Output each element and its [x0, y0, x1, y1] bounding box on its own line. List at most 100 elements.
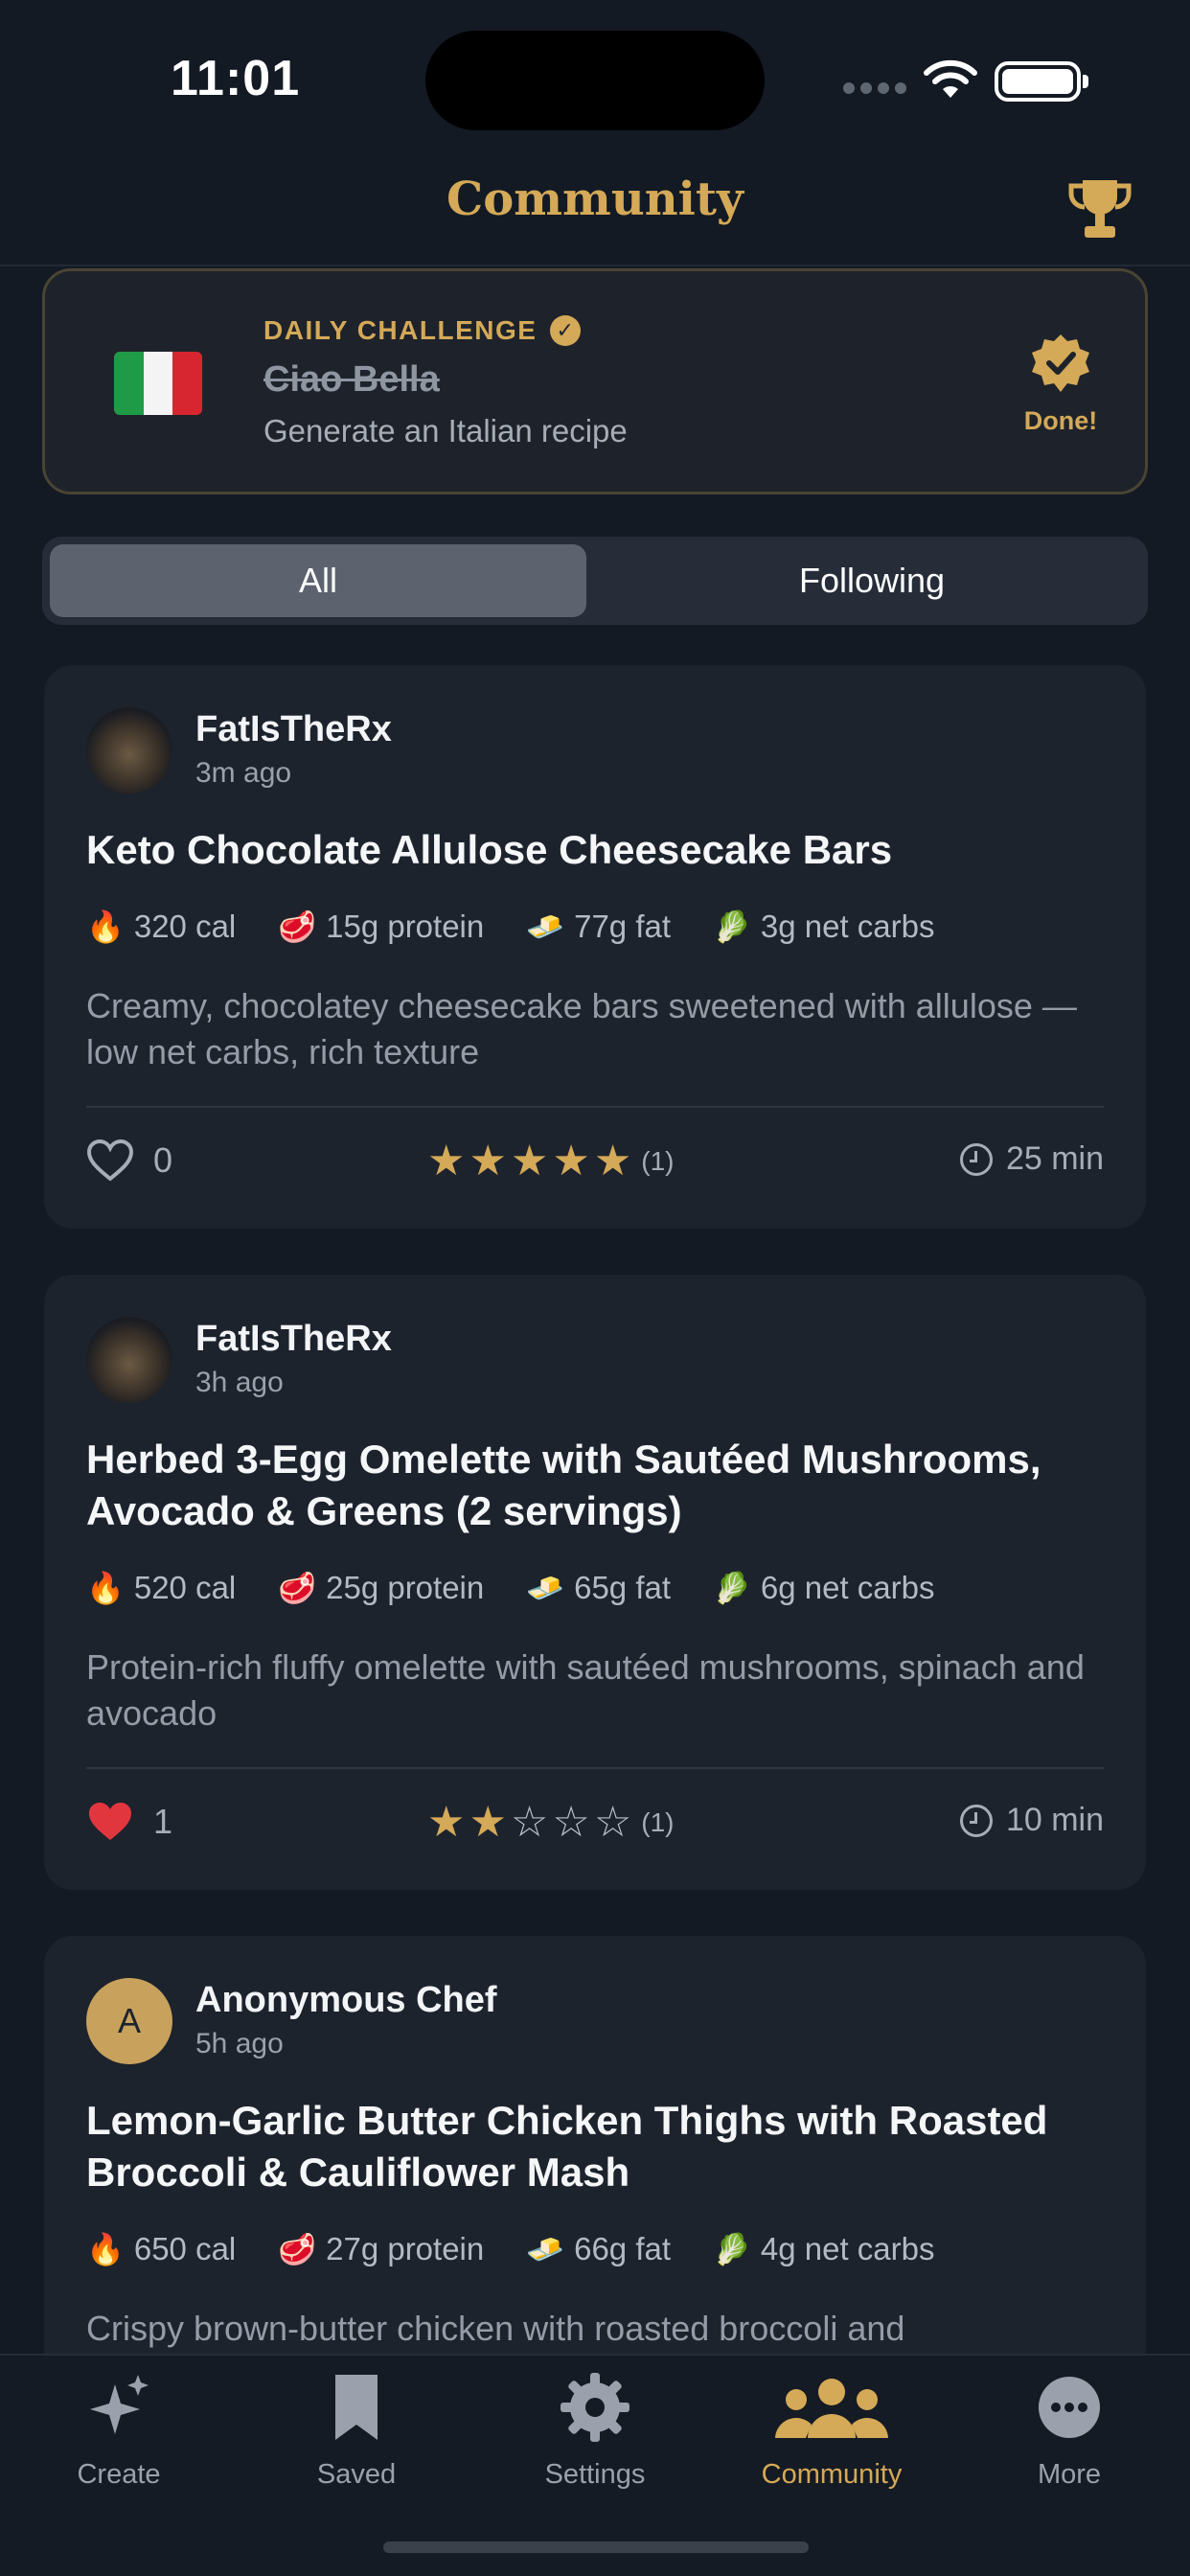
star-icon: ★: [427, 1138, 466, 1184]
feed-filter-segment: All Following: [42, 537, 1148, 625]
gear-icon: [561, 2373, 629, 2442]
battery-icon: [995, 61, 1088, 102]
avatar[interactable]: A: [86, 1978, 172, 2064]
status-time: 11:01: [171, 51, 301, 106]
avatar[interactable]: [86, 707, 172, 794]
page-title: Community: [446, 172, 744, 226]
bookmark-icon: [335, 2375, 378, 2440]
divider: [86, 1767, 1104, 1769]
steak-icon: 🥩: [278, 1571, 317, 1605]
challenge-done-label: Done!: [1023, 406, 1098, 435]
fire-icon: 🔥: [86, 2232, 125, 2266]
clock-icon: [959, 1804, 993, 1837]
star-icon: ★: [469, 1799, 507, 1846]
recipe-description: Creamy, chocolatey cheesecake bars sweet…: [86, 986, 1077, 1071]
tab-label: Community: [761, 2459, 903, 2490]
tab-create[interactable]: Create: [23, 2371, 215, 2491]
protein: 15g protein: [326, 908, 485, 944]
tab-label: More: [1037, 2459, 1102, 2490]
protein: 25g protein: [326, 1570, 485, 1605]
daily-challenge-card[interactable]: DAILY CHALLENGE ✓ Ciao Bella Generate an…: [42, 268, 1148, 494]
like-button[interactable]: 1: [86, 1800, 172, 1844]
tab-label: Saved: [316, 2459, 397, 2490]
segment-following[interactable]: Following: [604, 544, 1140, 617]
recipe-card[interactable]: FatIsTheRx 3m ago Keto Chocolate Allulos…: [44, 665, 1146, 1229]
fat: 65g fat: [574, 1570, 672, 1605]
cook-time: 25 min: [959, 1140, 1104, 1178]
steak-icon: 🥩: [278, 2232, 317, 2266]
post-time: 5h ago: [195, 2028, 284, 2059]
net-carbs: 4g net carbs: [760, 2231, 935, 2266]
divider: [86, 1106, 1104, 1108]
tab-more[interactable]: More: [973, 2371, 1165, 2491]
net-carbs: 3g net carbs: [760, 908, 935, 944]
verified-check-icon: ✓: [550, 315, 582, 346]
butter-icon: 🧈: [526, 909, 565, 944]
protein: 27g protein: [326, 2231, 485, 2266]
nav-header: Community: [0, 153, 1190, 266]
sparkles-icon: [90, 2375, 149, 2434]
tab-saved[interactable]: Saved: [261, 2371, 452, 2491]
like-button[interactable]: 0: [86, 1138, 172, 1183]
post-time: 3h ago: [195, 1367, 284, 1398]
leafy-greens-icon: 🥬: [713, 2232, 751, 2266]
author-name[interactable]: FatIsTheRx: [195, 709, 392, 750]
duration-text: 10 min: [1005, 1802, 1104, 1838]
star-icon: ★: [469, 1138, 507, 1184]
avatar[interactable]: [86, 1317, 172, 1403]
star-outline-icon: ☆: [552, 1799, 590, 1846]
duration-text: 25 min: [1005, 1140, 1104, 1177]
card-footer: 1 ★ ★ ☆ ☆ ☆ (1) 10 min: [86, 1794, 1104, 1852]
author-name[interactable]: Anonymous Chef: [195, 1980, 497, 2021]
star-rating[interactable]: ★ ★ ★ ★ ★ (1): [427, 1138, 675, 1184]
recipe-title[interactable]: Keto Chocolate Allulose Cheesecake Bars: [86, 824, 1111, 876]
heart-filled-icon: [89, 1803, 131, 1840]
leafy-greens-icon: 🥬: [713, 909, 751, 944]
challenge-label-text: DAILY CHALLENGE: [263, 315, 538, 345]
steak-icon: 🥩: [278, 909, 317, 944]
challenge-label: DAILY CHALLENGE ✓: [263, 315, 582, 346]
tab-label: Create: [77, 2459, 161, 2490]
fat: 77g fat: [574, 908, 672, 944]
recipe-card[interactable]: FatIsTheRx 3h ago Herbed 3-Egg Omelette …: [44, 1275, 1146, 1890]
star-icon: ★: [593, 1138, 632, 1184]
recipe-description: Crispy brown-butter chicken with roasted…: [86, 2309, 905, 2348]
cook-time: 10 min: [959, 1802, 1104, 1839]
fire-icon: 🔥: [86, 1571, 125, 1605]
recipe-title[interactable]: Herbed 3-Egg Omelette with Sautéed Mushr…: [86, 1434, 1111, 1537]
home-indicator: [383, 2542, 809, 2553]
italy-flag-icon: [114, 352, 202, 415]
macros-row: 🔥 520 cal 🥩 25g protein 🧈 65g fat 🥬 6g net c…: [86, 1570, 976, 1606]
people-icon: [775, 2379, 888, 2438]
clock-icon: [959, 1142, 993, 1176]
macros-row: 🔥 650 cal 🥩 27g protein 🧈 66g fat 🥬 4g net c…: [86, 2231, 976, 2267]
star-outline-icon: ☆: [593, 1799, 632, 1846]
segment-all[interactable]: All: [50, 544, 586, 617]
macros-row: 🔥 320 cal 🥩 15g protein 🧈 77g fat 🥬 3g net c…: [86, 908, 976, 945]
post-time: 3m ago: [195, 757, 292, 789]
wifi-icon: [924, 59, 977, 98]
more-icon: [1039, 2377, 1100, 2438]
author-name[interactable]: FatIsTheRx: [195, 1319, 392, 1360]
cellular-signal-icon: [843, 82, 906, 96]
star-icon: ★: [552, 1138, 590, 1184]
butter-icon: 🧈: [526, 1571, 565, 1605]
recipe-title[interactable]: Lemon-Garlic Butter Chicken Thighs with …: [86, 2095, 1111, 2198]
star-rating[interactable]: ★ ★ ☆ ☆ ☆ (1): [427, 1800, 675, 1846]
heart-outline-icon: [86, 1138, 134, 1182]
leafy-greens-icon: 🥬: [713, 1571, 751, 1605]
trophy-icon[interactable]: [1065, 174, 1134, 243]
rating-count: (1): [641, 1807, 675, 1837]
fire-icon: 🔥: [86, 909, 125, 944]
butter-icon: 🧈: [526, 2232, 565, 2266]
tab-settings[interactable]: Settings: [499, 2371, 691, 2491]
status-bar: 11:01: [0, 0, 1190, 144]
tab-label: Settings: [544, 2459, 646, 2490]
challenge-title: Ciao Bella: [263, 359, 440, 400]
net-carbs: 6g net carbs: [760, 1570, 935, 1605]
calories: 320 cal: [133, 908, 237, 944]
star-outline-icon: ☆: [510, 1799, 549, 1846]
recipe-card[interactable]: A Anonymous Chef 5h ago Lemon-Garlic But…: [44, 1936, 1146, 2415]
tab-community[interactable]: Community: [736, 2371, 927, 2491]
star-icon: ★: [427, 1799, 466, 1846]
